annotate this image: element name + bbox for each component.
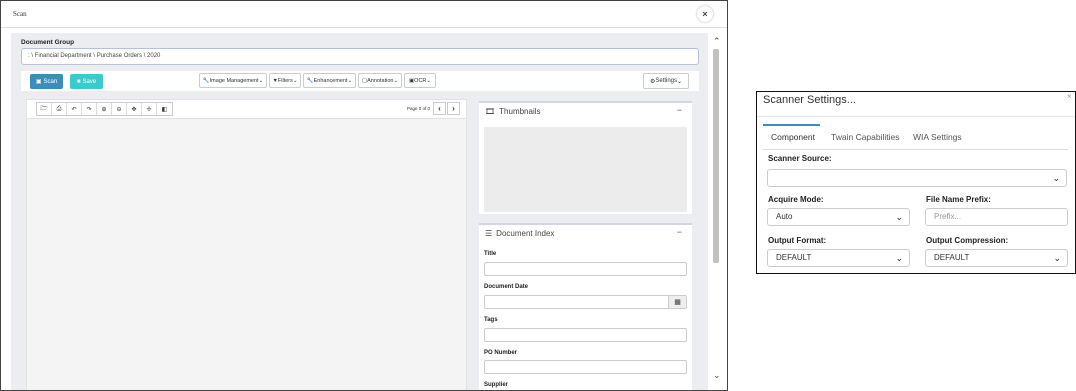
window-title: Scan (13, 10, 27, 18)
document-group-label: Document Group (21, 39, 75, 46)
scanner-settings-dialog: Scanner Settings... × Component Twain Ca… (756, 91, 1076, 274)
close-icon[interactable]: × (1067, 92, 1072, 101)
tab-component[interactable]: Component (771, 132, 815, 142)
document-index-header: ☰ Document Index (485, 229, 554, 238)
scroll-down-icon[interactable]: ⌄ (713, 370, 721, 381)
caret-down-icon: ⌄ (258, 77, 264, 84)
annotation-label: Annotation (367, 77, 394, 84)
save-icon: ■ (76, 78, 81, 85)
collapse-thumbnails-button[interactable]: − (677, 105, 682, 115)
chevron-down-icon: ⌄ (1053, 253, 1061, 263)
caret-down-icon: ⌄ (426, 77, 432, 84)
scrollbar-thumb[interactable] (713, 49, 719, 263)
output-compression-select[interactable]: DEFAULT ⌄ (925, 249, 1068, 267)
wrench-icon: 🔧 (306, 77, 314, 84)
scanner-source-label: Scanner Source: (768, 154, 832, 163)
scroll-up-icon[interactable]: ⌃ (713, 36, 721, 47)
tab-twain-capabilities[interactable]: Twain Capabilities (831, 132, 900, 142)
tab-divider (763, 149, 1068, 150)
redo-icon[interactable]: ↷ (82, 103, 97, 115)
collapse-document-index-button[interactable]: − (677, 227, 682, 237)
dialog-title: Scanner Settings... (763, 94, 856, 106)
document-group-input[interactable]: : \ Financial Department \ Purchase Orde… (21, 48, 699, 65)
output-compression-label: Output Compression: (926, 236, 1009, 245)
image-management-label: Image Management (209, 77, 259, 84)
image-viewer[interactable]: 🗁 ⎙ ↶ ↷ ⊕ ⊖ ✥ ✢ ◧ Page 0 of 0 ‹ › (26, 99, 467, 390)
thumbnails-header: 🎞 Thumbnails (485, 107, 541, 116)
file-name-prefix-input[interactable]: Prefix... (925, 208, 1068, 226)
thumbnails-title: Thumbnails (499, 107, 541, 116)
tab-wia-settings[interactable]: WIA Settings (913, 132, 962, 142)
close-button[interactable]: × (697, 6, 713, 22)
document-date-label: Document Date (484, 284, 529, 290)
scan-button-label: Scan (43, 78, 58, 85)
settings-menu[interactable]: ⚙ Settings ⌄ (643, 73, 689, 89)
pan-icon[interactable]: ✢ (142, 103, 157, 115)
settings-label: Settings (655, 78, 678, 84)
list-icon: ☰ (485, 229, 493, 238)
thumbnails-panel: 🎞 Thumbnails − (479, 101, 692, 214)
po-number-input[interactable] (484, 360, 687, 374)
chevron-down-icon: ⌄ (895, 212, 903, 222)
supplier-label: Supplier (484, 382, 509, 388)
title-divider (757, 116, 1075, 117)
enhancement-label: Enhancement (313, 77, 348, 84)
scanner-source-select[interactable]: ⌄ (767, 169, 1067, 187)
po-number-label: PO Number (484, 350, 518, 356)
ocr-label: OCR (414, 77, 427, 84)
output-format-select[interactable]: DEFAULT ⌄ (767, 249, 910, 267)
film-icon: 🎞 (485, 107, 496, 116)
save-button-label: Save (82, 78, 97, 85)
calendar-icon[interactable]: ▦ (668, 296, 686, 308)
tags-input[interactable] (484, 328, 687, 342)
file-name-prefix-label: File Name Prefix: (926, 195, 991, 204)
save-button[interactable]: ■ Save (70, 74, 103, 89)
caret-down-icon: ⌄ (292, 77, 298, 84)
camera-icon: ▣ (35, 79, 42, 85)
viewer-tool-group: 🗁 ⎙ ↶ ↷ ⊕ ⊖ ✥ ✢ ◧ (36, 102, 173, 116)
open-folder-icon[interactable]: 🗁 (37, 103, 52, 115)
active-tab-indicator (763, 124, 820, 126)
binoculars-icon[interactable]: ◧ (157, 103, 172, 115)
document-index-panel: ☰ Document Index − Title Document Date ▦… (479, 223, 692, 390)
filters-label: Filters (277, 77, 293, 84)
output-format-value: DEFAULT (776, 253, 812, 262)
chevron-down-icon: ⌄ (1052, 173, 1060, 183)
prev-page-button[interactable]: ‹ (433, 102, 446, 115)
toolbar: ▣ Scan ■ Save 🔧 Image Management ⌄ ▼ Filter… (21, 71, 699, 91)
zoom-out-icon[interactable]: ⊖ (112, 103, 127, 115)
title-divider (1, 27, 727, 28)
output-format-label: Output Format: (768, 236, 827, 245)
ocr-menu[interactable]: ▣ OCR ⌄ (404, 73, 436, 88)
filters-menu[interactable]: ▼ Filters ⌄ (269, 73, 301, 88)
tags-label: Tags (484, 317, 498, 323)
title-label: Title (484, 251, 497, 257)
caret-down-icon: ⌄ (347, 77, 353, 84)
next-page-button[interactable]: › (447, 102, 460, 115)
document-index-title: Document Index (496, 229, 555, 238)
zoom-in-icon[interactable]: ⊕ (97, 103, 112, 115)
caret-down-icon: ⌄ (393, 77, 399, 84)
undo-icon[interactable]: ↶ (67, 103, 82, 115)
acquire-mode-select[interactable]: Auto ⌄ (767, 208, 910, 226)
annotation-menu[interactable]: ▢ Annotation ⌄ (358, 73, 402, 88)
acquire-mode-label: Acquire Mode: (768, 195, 824, 204)
print-icon[interactable]: ⎙ (52, 103, 67, 115)
wrench-icon: 🔧 (202, 77, 210, 84)
thumbnails-area[interactable] (484, 127, 687, 212)
scan-window: Scan × ⌃ ⌄ Document Group : \ Financial … (0, 0, 728, 391)
output-compression-value: DEFAULT (934, 253, 970, 262)
acquire-mode-value: Auto (776, 212, 793, 221)
vertical-scrollbar[interactable]: ⌃ ⌄ (709, 34, 725, 390)
image-management-menu[interactable]: 🔧 Image Management ⌄ (199, 73, 267, 88)
caret-down-icon: ⌄ (677, 78, 683, 85)
viewer-toolbar: 🗁 ⎙ ↶ ↷ ⊕ ⊖ ✥ ✢ ◧ Page 0 of 0 ‹ › (27, 100, 466, 119)
enhancement-menu[interactable]: 🔧 Enhancement ⌄ (303, 73, 356, 88)
chevron-down-icon: ⌄ (895, 253, 903, 263)
title-input[interactable] (484, 262, 687, 276)
page-indicator: Page 0 of 0 (407, 106, 431, 111)
fit-icon[interactable]: ✥ (127, 103, 142, 115)
document-date-input[interactable]: ▦ (484, 295, 687, 309)
scan-button[interactable]: ▣ Scan (30, 74, 63, 89)
